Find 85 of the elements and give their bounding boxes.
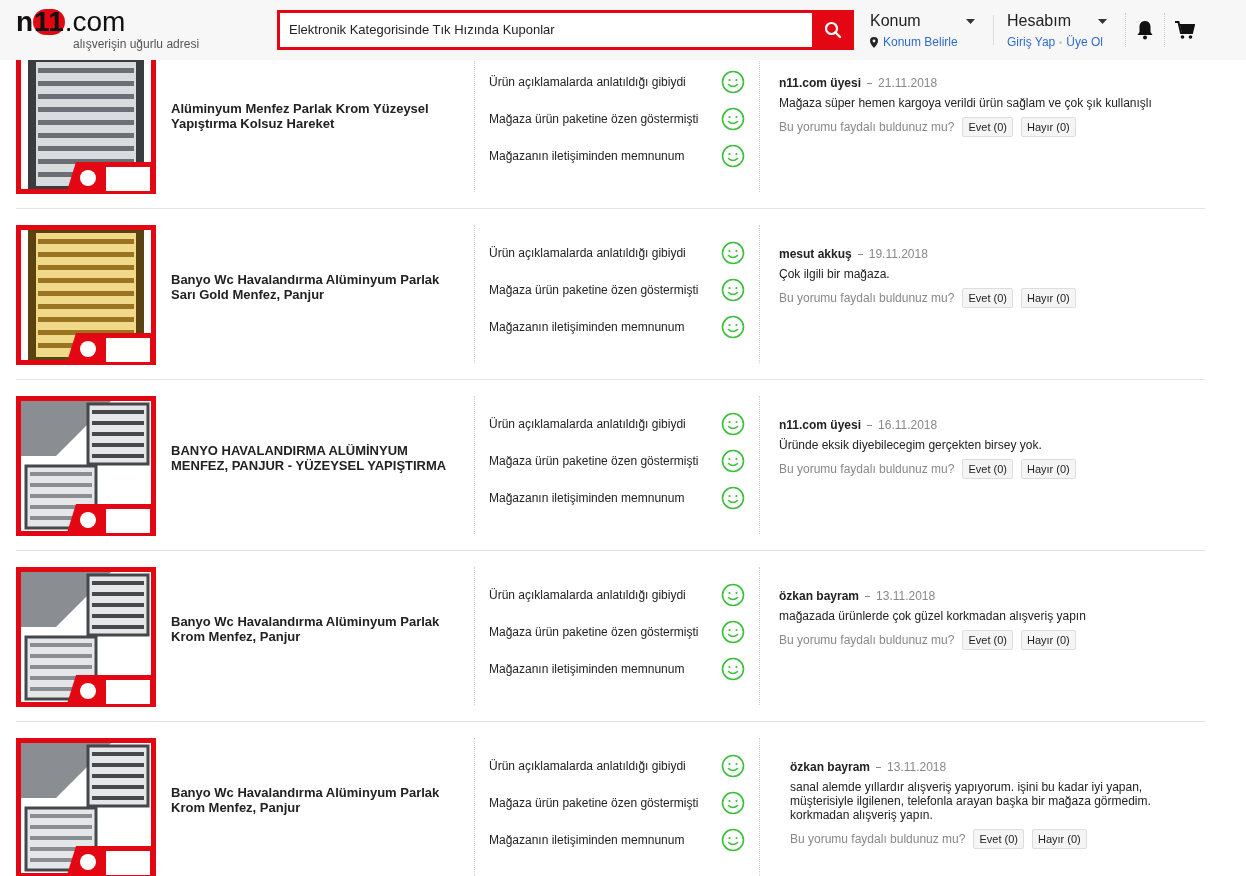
review-date: 16.11.2018 xyxy=(878,417,938,434)
rating-criterion: Ürün açıklamalarda anlatıldığı gibiydi xyxy=(489,758,686,775)
tagline: alışverişin uğurlu adresi xyxy=(73,36,201,53)
separator-dash-icon xyxy=(876,766,882,768)
review-date: 13.11.2018 xyxy=(887,759,947,776)
rating-criterion: Ürün açıklamalarda anlatıldığı gibiydi xyxy=(489,416,686,433)
product-title[interactable]: Banyo Wc Havalandırma Alüminyum Parlak Sarı Gold Menfez, Panjur xyxy=(171,272,464,302)
search-button[interactable] xyxy=(812,10,854,50)
smiley-icon xyxy=(721,412,745,436)
review-text: Mağaza süper hemen kargoya verildi ürün sağlam ve çok şık kullanışlı xyxy=(779,96,1153,110)
rating-criterion: Mağazanın iletişiminden memnunum xyxy=(489,661,685,678)
helpful-question: Bu yorumu faydalı buldunuz mu? xyxy=(779,119,955,136)
review-text: Çok ilgili bir mağaza. xyxy=(779,267,891,281)
review-author: n11.com üyesi xyxy=(779,417,862,434)
rating-criterion: Mağazanın iletişiminden memnunum xyxy=(489,490,685,507)
helpful-question: Bu yorumu faydalı buldunuz mu? xyxy=(779,290,955,307)
review-text: sanal alemde yıllardır alışveriş yapıyorum. işini bu kadar iyi yapan, müşterisiyle ilgilenen, telefonla arayan başka bir mağaza görmedim. korkmadan alışveriş yapın. xyxy=(790,780,1152,822)
separator-dash-icon xyxy=(857,253,863,255)
no-button[interactable]: Hayır (0) xyxy=(1020,630,1076,650)
location-title[interactable]: Konum xyxy=(870,9,921,33)
rating-criterion: Ürün açıklamalarda anlatıldığı gibiydi xyxy=(489,74,686,91)
smiley-icon xyxy=(721,791,745,815)
review-date: 13.11.2018 xyxy=(876,588,936,605)
helpful-question: Bu yorumu faydalı buldunuz mu? xyxy=(779,461,955,478)
rating-criterion: Mağazanın iletişiminden memnunum xyxy=(489,148,685,165)
separator-dash-icon xyxy=(865,595,871,597)
helpful-question: Bu yorumu faydalı buldunuz mu? xyxy=(790,831,966,848)
rating-criterion: Mağazanın iletişiminden memnunum xyxy=(489,319,685,336)
rating-criterion: Mağaza ürün paketine özen göstermişti xyxy=(489,282,699,299)
yes-button[interactable]: Evet (0) xyxy=(962,288,1013,308)
smiley-icon xyxy=(721,70,745,94)
smiley-icon xyxy=(721,241,745,265)
signup-link[interactable]: Üye Ol xyxy=(1066,33,1103,51)
account-title[interactable]: Hesabım xyxy=(1007,9,1072,33)
smiley-icon xyxy=(721,107,745,131)
no-button[interactable]: Hayır (0) xyxy=(1020,459,1076,479)
search-icon xyxy=(824,21,842,39)
smiley-icon xyxy=(721,828,745,852)
set-location-link[interactable]: Konum Belirle xyxy=(883,33,958,51)
smiley-icon xyxy=(721,620,745,644)
review-author: özkan bayram xyxy=(790,759,871,776)
review-author: n11.com üyesi xyxy=(779,75,862,92)
separator-dash-icon xyxy=(867,424,873,426)
product-title[interactable]: BANYO HAVALANDIRMA ALÜMİNYUM MENFEZ, PANJUR - YÜZEYSEL YAPIŞTIRMA xyxy=(171,443,464,473)
rating-criterion: Mağaza ürün paketine özen göstermişti xyxy=(489,624,699,641)
product-title[interactable]: Banyo Wc Havalandırma Alüminyum Parlak Krom Menfez, Panjur xyxy=(171,785,464,815)
smiley-icon xyxy=(721,583,745,607)
location-pin-icon xyxy=(870,36,878,48)
no-button[interactable]: Hayır (0) xyxy=(1020,288,1076,308)
caret-icon xyxy=(966,18,975,24)
rating-criterion: Mağazanın iletişiminden memnunum xyxy=(489,832,685,849)
rating-criterion: Ürün açıklamalarda anlatıldığı gibiydi xyxy=(489,245,686,262)
notification-bell-icon[interactable] xyxy=(1136,20,1154,40)
helpful-question: Bu yorumu faydalı buldunuz mu? xyxy=(779,632,955,649)
review-author: özkan bayram xyxy=(779,588,860,605)
separator-dash-icon xyxy=(867,82,873,84)
review-date: 19.11.2018 xyxy=(868,246,928,263)
review-date: 21.11.2018 xyxy=(878,75,938,92)
yes-button[interactable]: Evet (0) xyxy=(962,117,1013,137)
yes-button[interactable]: Evet (0) xyxy=(962,630,1013,650)
smiley-icon xyxy=(721,486,745,510)
yes-button[interactable]: Evet (0) xyxy=(973,829,1024,849)
smiley-icon xyxy=(721,144,745,168)
review-text: mağazada ürünlerde çok güzel korkmadan alışveriş yapın xyxy=(779,609,1087,623)
no-button[interactable]: Hayır (0) xyxy=(1020,117,1076,137)
review-text: Üründe eksik diyebilecegim gerçekten birsey yok. xyxy=(779,438,1043,452)
no-button[interactable]: Hayır (0) xyxy=(1031,829,1087,849)
product-title[interactable]: Alüminyum Menfez Parlak Krom Yüzeysel Yapıştırma Kolsuz Hareket xyxy=(171,101,464,131)
rating-criterion: Mağaza ürün paketine özen göstermişti xyxy=(489,111,699,128)
search-field[interactable]: Elektronik Kategorisinde Tık Hızında Kuponlar xyxy=(277,10,812,50)
product-title[interactable]: Banyo Wc Havalandırma Alüminyum Parlak Krom Menfez, Panjur xyxy=(171,614,464,644)
smiley-icon xyxy=(721,278,745,302)
login-link[interactable]: Giriş Yap xyxy=(1007,33,1056,51)
smiley-icon xyxy=(721,754,745,778)
smiley-icon xyxy=(721,657,745,681)
yes-button[interactable]: Evet (0) xyxy=(962,459,1013,479)
review-author: mesut akkuş xyxy=(779,246,852,263)
rating-criterion: Ürün açıklamalarda anlatıldığı gibiydi xyxy=(489,587,686,604)
cart-icon[interactable] xyxy=(1175,20,1195,40)
rating-criterion: Mağaza ürün paketine özen göstermişti xyxy=(489,795,699,812)
smiley-icon xyxy=(721,449,745,473)
smiley-icon xyxy=(721,315,745,339)
caret-icon xyxy=(1098,18,1107,24)
rating-criterion: Mağaza ürün paketine özen göstermişti xyxy=(489,453,699,470)
logo[interactable]: n11.com xyxy=(16,7,262,37)
